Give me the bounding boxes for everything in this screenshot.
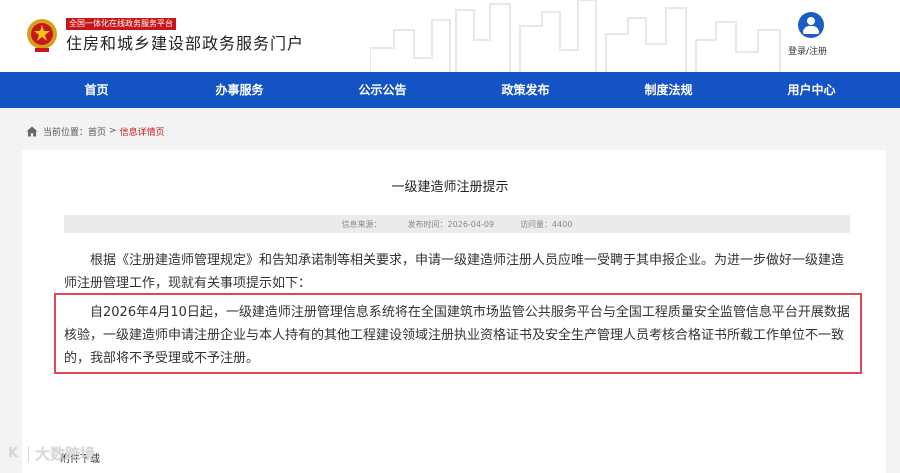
login-register-link[interactable]: 登录/注册 — [788, 44, 827, 57]
watermark: K 大数跨境 — [8, 443, 95, 464]
home-icon — [26, 126, 38, 136]
main-nav: 首页 办事服务 公示公告 政策发布 制度法规 用户中心 — [0, 72, 900, 108]
watermark-text: 大数跨境 — [35, 445, 96, 463]
nav-item-user-center[interactable]: 用户中心 — [740, 72, 883, 108]
article-title: 一级建造师注册提示 — [391, 180, 509, 195]
meta-source: 信息来源： — [341, 219, 382, 229]
site-header: 全国一体化在线政务服务平台 住房和城乡建设部政务服务门户 登录/注册 — [0, 0, 900, 72]
meta-views: 访问量：4400 — [520, 219, 573, 229]
article-paragraph-notice: 自2026年4月10日起，一级建造师注册管理信息系统将在全国建筑市场监管公共服务… — [64, 305, 850, 366]
meta-publish-time: 发布时间：2026-04-09 — [407, 219, 495, 229]
breadcrumb: 当前位置： 首页 > 信息详情页 — [26, 124, 165, 138]
article-meta-bar: 信息来源： 发布时间：2026-04-09 访问量：4400 — [64, 215, 850, 233]
nav-item-announcements[interactable]: 公示公告 — [311, 72, 454, 108]
nav-item-policies[interactable]: 政策发布 — [454, 72, 597, 108]
city-skyline-decoration — [370, 0, 781, 72]
breadcrumb-home-link[interactable]: 首页 — [88, 125, 106, 138]
nav-item-regulations[interactable]: 制度法规 — [597, 72, 740, 108]
breadcrumb-current: 信息详情页 — [119, 127, 165, 138]
watermark-mark: K — [8, 446, 19, 461]
platform-tag: 全国一体化在线政务服务平台 — [66, 18, 176, 30]
breadcrumb-prefix: 当前位置： — [43, 127, 89, 138]
breadcrumb-separator: > — [109, 126, 117, 136]
nav-item-services[interactable]: 办事服务 — [168, 72, 311, 108]
nav-item-home[interactable]: 首页 — [25, 72, 168, 108]
national-emblem-logo — [27, 19, 57, 52]
portal-title: 住房和城乡建设部政务服务门户 — [66, 34, 305, 53]
article-paragraph-intro: 根据《注册建造师管理规定》和告知承诺制等相关要求，申请一级建造师注册人员应唯一受… — [64, 253, 845, 291]
watermark-divider — [28, 445, 30, 462]
user-icon[interactable] — [798, 12, 824, 38]
